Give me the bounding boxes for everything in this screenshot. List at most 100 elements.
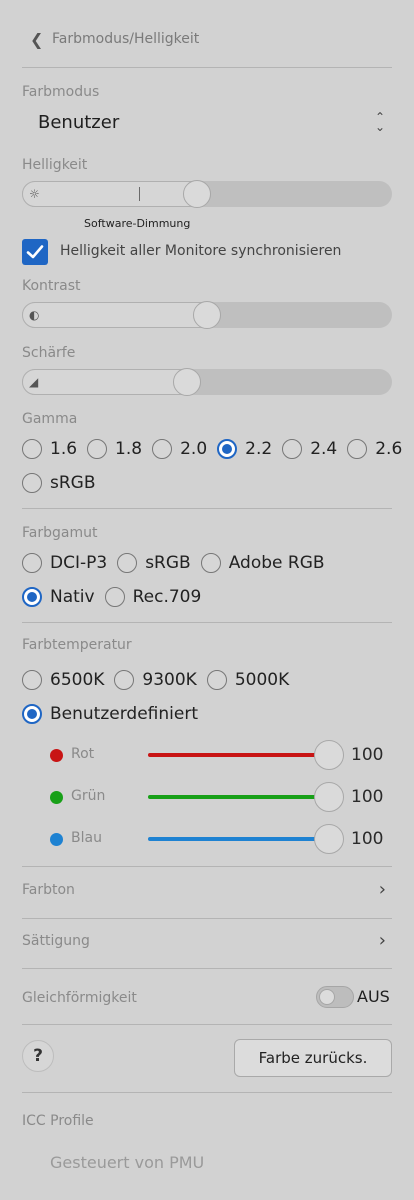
blue-channel-slider[interactable] — [148, 837, 328, 841]
temperature-label: Farbtemperatur — [22, 637, 132, 653]
red-channel-label: Rot — [71, 746, 95, 762]
green-channel-label: Grün — [71, 788, 106, 804]
gamut-label: Farbgamut — [22, 525, 98, 541]
reset-color-button[interactable]: Farbe zurücks. — [234, 1039, 392, 1077]
gamma-option-srgb[interactable]: sRGB — [22, 473, 96, 493]
red-dot-icon — [50, 749, 63, 762]
blue-channel-thumb[interactable] — [314, 824, 344, 854]
chevron-right-icon[interactable]: › — [379, 879, 386, 900]
color-mode-select[interactable]: Benutzer — [38, 112, 119, 133]
software-dimming-note: Software-Dimmung — [84, 217, 191, 230]
divider — [22, 622, 392, 623]
gamma-option-1.6[interactable]: 1.6 — [22, 439, 77, 459]
radio-selected-icon[interactable] — [22, 587, 42, 607]
hue-label: Farbton — [22, 882, 75, 898]
temperature-option-5000k[interactable]: 5000K — [206, 670, 289, 690]
radio-selected-icon[interactable] — [22, 704, 42, 724]
gamut-option-adobe-rgb[interactable]: Adobe RGB — [200, 553, 325, 573]
contrast-icon: ◐ — [29, 308, 40, 322]
sharpness-label: Schärfe — [22, 345, 76, 361]
temperature-options: 6500K 9300K 5000K — [22, 670, 299, 690]
divider — [22, 67, 392, 68]
contrast-slider-thumb[interactable] — [193, 301, 221, 329]
icc-profile-value: Gesteuert von PMU — [50, 1153, 205, 1172]
gamma-option-1.8[interactable]: 1.8 — [87, 439, 142, 459]
radio-selected-icon[interactable] — [217, 439, 238, 459]
radio-icon[interactable] — [104, 587, 125, 607]
radio-icon[interactable] — [22, 670, 42, 690]
gamut-option-srgb[interactable]: sRGB — [117, 553, 191, 573]
red-channel-slider[interactable] — [148, 753, 328, 757]
radio-icon[interactable] — [200, 553, 221, 573]
green-channel-slider[interactable] — [148, 795, 328, 799]
radio-icon[interactable] — [152, 439, 173, 459]
contrast-slider[interactable]: ◐ — [22, 301, 392, 329]
gamma-option-2.0[interactable]: 2.0 — [152, 439, 207, 459]
divider — [22, 918, 392, 919]
red-channel-row: Rot 100 — [48, 738, 388, 772]
gamut-option-nativ[interactable]: Nativ — [22, 587, 95, 607]
brightness-slider[interactable]: ☼ — [22, 180, 392, 208]
temperature-options-row2: Benutzerdefiniert — [22, 704, 208, 724]
divider — [22, 866, 392, 867]
divider — [22, 508, 392, 509]
sync-brightness-label: Helligkeit aller Monitore synchronisiere… — [60, 243, 342, 259]
red-channel-thumb[interactable] — [314, 740, 344, 770]
divider — [22, 968, 392, 969]
radio-icon[interactable] — [282, 439, 303, 459]
blue-channel-value: 100 — [351, 829, 384, 849]
blue-channel-label: Blau — [71, 830, 102, 846]
chevron-right-icon[interactable]: › — [379, 930, 386, 951]
gamma-option-2.6[interactable]: 2.6 — [347, 439, 402, 459]
radio-icon[interactable] — [347, 439, 368, 459]
sharpness-icon: ◢ — [29, 375, 39, 389]
software-dimming-tick — [139, 187, 140, 201]
up-down-chevron-icon[interactable]: ⌃ ⌄ — [372, 111, 388, 136]
help-icon[interactable]: ? — [22, 1040, 54, 1072]
saturation-row[interactable]: Sättigung › — [22, 930, 392, 954]
blue-dot-icon — [50, 833, 63, 846]
radio-icon[interactable] — [114, 670, 135, 690]
page-title: Farbmodus/Helligkeit — [52, 31, 200, 47]
radio-icon[interactable] — [206, 670, 227, 690]
radio-icon[interactable] — [22, 553, 42, 573]
checkmark-icon — [26, 245, 44, 259]
sharpness-slider-thumb[interactable] — [173, 368, 201, 396]
radio-icon[interactable] — [117, 553, 138, 573]
header: ❮ Farbmodus/Helligkeit — [30, 28, 199, 50]
brightness-slider-thumb[interactable] — [183, 180, 211, 208]
icc-profile-label: ICC Profile — [22, 1113, 94, 1129]
radio-icon[interactable] — [87, 439, 108, 459]
gamma-options-row2: sRGB — [22, 473, 106, 493]
saturation-label: Sättigung — [22, 933, 90, 949]
gamma-label: Gamma — [22, 411, 78, 427]
toggle-knob — [319, 989, 335, 1005]
divider — [22, 1024, 392, 1025]
contrast-slider-fill — [22, 302, 221, 328]
temperature-option-9300k[interactable]: 9300K — [114, 670, 197, 690]
gamma-option-2.4[interactable]: 2.4 — [282, 439, 337, 459]
gamut-options-row2: Nativ Rec.709 — [22, 587, 211, 607]
temperature-option-custom[interactable]: Benutzerdefiniert — [22, 704, 198, 724]
uniformity-label: Gleichförmigkeit — [22, 990, 137, 1006]
contrast-label: Kontrast — [22, 278, 81, 294]
sync-brightness-checkbox[interactable] — [22, 239, 48, 265]
uniformity-toggle[interactable] — [316, 986, 354, 1008]
gamma-option-2.2[interactable]: 2.2 — [217, 439, 272, 459]
radio-icon[interactable] — [22, 439, 42, 459]
gamut-option-rec709[interactable]: Rec.709 — [104, 587, 201, 607]
blue-channel-row: Blau 100 — [48, 822, 388, 856]
temperature-option-6500k[interactable]: 6500K — [22, 670, 104, 690]
radio-icon[interactable] — [22, 473, 42, 493]
divider — [22, 1092, 392, 1093]
gamut-options: DCI-P3 sRGB Adobe RGB — [22, 553, 335, 573]
gamut-option-dci-p3[interactable]: DCI-P3 — [22, 553, 107, 573]
chevron-left-icon[interactable]: ❮ — [30, 30, 52, 49]
green-channel-row: Grün 100 — [48, 780, 388, 814]
sun-icon: ☼ — [29, 187, 40, 201]
green-channel-thumb[interactable] — [314, 782, 344, 812]
hue-row[interactable]: Farbton › — [22, 879, 392, 903]
sharpness-slider[interactable]: ◢ — [22, 368, 392, 396]
gamma-options: 1.6 1.8 2.0 2.2 2.4 2.6 — [22, 439, 402, 459]
green-channel-value: 100 — [351, 787, 384, 807]
